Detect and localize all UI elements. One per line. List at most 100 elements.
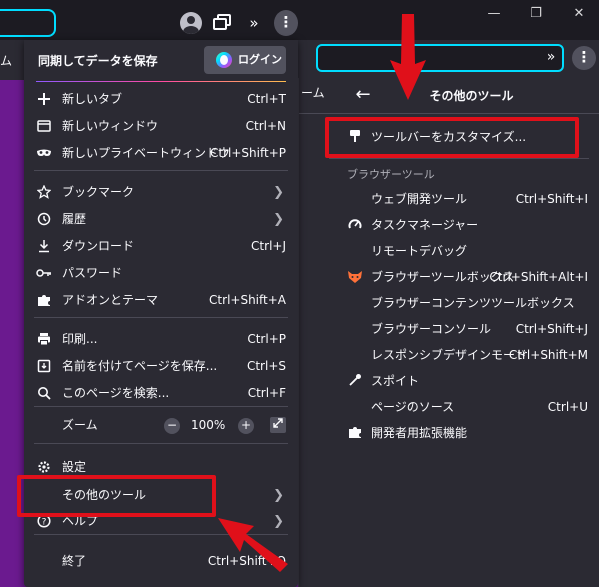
account-avatar-icon [216,52,232,68]
menu-item-label: このページを検索... [62,386,170,400]
menu-item[interactable]: ブックマーク ❯ [24,179,298,206]
menu-item-label: 新しいウィンドウ [62,119,159,133]
divider [329,158,589,159]
chevron-right-icon[interactable]: » [243,12,265,34]
tabs-list-icon[interactable] [213,14,231,30]
zoom-label: ズーム [62,418,98,432]
chevron-right-icon: ❯ [273,185,284,200]
more-tools-header: ーム ← その他のツール [299,78,599,114]
search-icon [36,386,52,402]
close-button[interactable]: ✕ [561,4,597,24]
save-icon [36,359,52,375]
menu-item-label: ブックマーク [62,185,135,199]
shortcut-label: Ctrl+J [251,239,286,253]
divider [34,406,288,407]
menu-item[interactable]: 印刷... Ctrl+P [24,326,298,353]
menu-item[interactable]: 新しいウィンドウ Ctrl+N [24,113,298,140]
zoom-out-button[interactable]: − [164,418,180,434]
tool-item[interactable]: ウェブ開発ツール Ctrl+Shift+I [299,186,599,212]
shortcut-label: Ctrl+N [245,119,286,133]
chevron-right-icon: ❯ [273,212,284,227]
menu-item-label: 新しいタブ [62,92,123,106]
menu-item[interactable]: アドオンとテーマ Ctrl+Shift+A [24,287,298,314]
menu-item-label: 終了 [62,554,87,568]
menu-item-label: 印刷... [62,332,98,346]
highlight-box-more-tools [17,475,216,517]
shortcut-label: Ctrl+Shift+M [508,348,588,362]
shortcut-label: Ctrl+Shift+P [210,146,286,160]
tool-item[interactable]: リモートデバッグ [299,238,599,264]
browser-tools-section-label: ブラウザーツール [347,168,435,181]
zoom-row: ズーム − 100% + [24,412,298,439]
mask-icon [36,146,52,162]
printer-icon [36,332,52,348]
minimize-button[interactable]: — [476,4,512,24]
window-icon [36,119,52,135]
tool-item[interactable]: ブラウザーツールボックス Ctrl+Shift+Alt+I [299,264,599,290]
tool-item-label: 開発者用拡張機能 [371,426,468,440]
tool-item-label: タスクマネージャー [371,218,479,232]
tool-item-label: ブラウザーコンソール [371,322,492,336]
fox-icon [347,269,363,285]
tab-strip: ム [0,40,24,80]
shortcut-label: Ctrl+S [246,359,286,373]
foreground-url-bar[interactable] [0,9,56,37]
shortcut-label: Ctrl+P [247,332,286,346]
puzzle-icon [347,425,363,441]
tool-item[interactable]: ページのソース Ctrl+U [299,394,599,420]
shortcut-label: Ctrl+F [247,386,286,400]
account-icon[interactable] [180,12,202,34]
menu-item[interactable]: 履歴 ❯ [24,206,298,233]
key-icon [36,266,52,282]
tool-item[interactable]: 開発者用拡張機能 [299,420,599,446]
divider [34,317,288,318]
shortcut-label: Ctrl+Shift+Alt+I [489,270,588,284]
menu-item[interactable]: 新しいタブ Ctrl+T [24,86,298,113]
menu-item[interactable]: ダウンロード Ctrl+J [24,233,298,260]
shortcut-label: Ctrl+Shift+I [515,192,588,206]
menu-item-label: ダウンロード [62,239,135,253]
zoom-in-button[interactable]: + [238,418,254,434]
tool-item-label: レスポンシブデザインモード [371,348,528,362]
tool-item[interactable]: レスポンシブデザインモード Ctrl+Shift+M [299,342,599,368]
gradient-divider [36,81,286,82]
chevron-right-icon: ❯ [273,488,284,503]
gauge-icon [347,217,363,233]
menu-dots-icon[interactable]: ⋮ [572,46,596,70]
tool-item-label: リモートデバッグ [371,244,468,258]
tool-item[interactable]: ブラウザーコンソール Ctrl+Shift+J [299,316,599,342]
tool-item-label: スポイト [371,374,420,388]
shortcut-label: Ctrl+U [547,400,588,414]
puzzle-icon [36,293,52,309]
menu-item[interactable]: このページを検索... Ctrl+F [24,380,298,407]
eyedropper-icon [347,373,363,389]
tool-item-label: ブラウザーコンテンツツールボックス [371,296,575,310]
menu-item-label: 履歴 [62,212,87,226]
chevron-right-icon[interactable]: » [541,47,561,67]
more-tools-title: その他のツール [429,89,514,103]
tool-item[interactable]: タスクマネージャー [299,212,599,238]
sync-title: 同期してデータを保存 [38,54,158,68]
menu-item[interactable]: 名前を付けてページを保存... Ctrl+S [24,353,298,380]
menu-item-label: 新しいプライベートウィンドウ [62,146,231,160]
shortcut-label: Ctrl+Shift+J [515,322,588,336]
gear-icon [36,460,52,476]
tool-item[interactable]: スポイト [299,368,599,394]
red-arrow-up-left-icon [218,518,288,572]
tool-item-label: ウェブ開発ツール [371,192,468,206]
highlight-box-customize [325,117,579,158]
background-url-bar[interactable] [316,44,564,72]
menu-item[interactable]: パスワード [24,260,298,287]
login-label: ログイン [238,53,282,66]
menu-item-label: 名前を付けてページを保存... [62,359,218,373]
zoom-value[interactable]: 100% [191,412,225,439]
tool-item[interactable]: ブラウザーコンテンツツールボックス [299,290,599,316]
menu-item[interactable]: 新しいプライベートウィンドウ Ctrl+Shift+P [24,140,298,167]
login-button[interactable]: ログイン [204,46,286,74]
restore-button[interactable]: ❐ [518,4,554,24]
download-icon [36,239,52,255]
svg-text:?: ? [42,518,47,528]
red-arrow-down-icon [390,14,426,100]
menu-dots-icon[interactable]: ⋮ [274,10,298,36]
fullscreen-button[interactable] [270,417,286,433]
